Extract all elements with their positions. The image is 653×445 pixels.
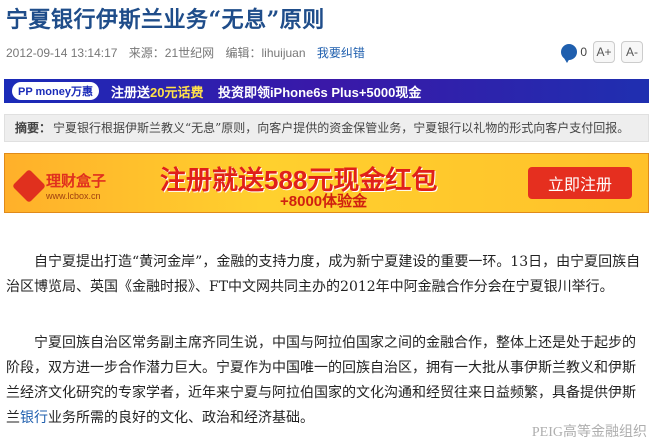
publish-date: 2012-09-14 13:14:17 [6, 46, 118, 60]
ad-highlight: 20元话费 [150, 84, 204, 100]
body-paragraph-2: 宁夏回族自治区常务副主席齐同生说，中国与阿拉伯国家之间的金融合作，整体上还是处于… [6, 335, 636, 426]
top-ad-banner[interactable]: PP money万惠 注册送20元话费 投资即领iPhone6s Plus+50… [4, 79, 649, 103]
article-meta: 2012-09-14 13:14:17 来源：21世纪网 编辑：lihuijua… [6, 44, 373, 61]
comment-count: 0 [580, 45, 587, 59]
ad-brand-logo: PP money万惠 [12, 82, 99, 100]
box-logo-icon [12, 168, 46, 203]
summary-text: 宁夏银行根据伊斯兰教义“无息”原则，向客户提供的资金保管业务，宁夏银行以礼物的形… [53, 121, 630, 135]
article-summary: 摘要： 宁夏银行根据伊斯兰教义“无息”原则，向客户提供的资金保管业务，宁夏银行以礼… [4, 114, 649, 142]
licai-logo: 理财盒子 www.lcbox.cn [12, 168, 107, 203]
licai-logo-url: www.lcbox.cn [46, 191, 101, 201]
article-title: 宁夏银行伊斯兰业务“无息”原则 [6, 7, 325, 33]
article-editor: 编辑：lihuijuan [225, 46, 306, 60]
comment-button[interactable]: 0 [561, 44, 587, 63]
article-source: 来源：21世纪网 [128, 46, 215, 60]
article-tools: 0 A+ A- [561, 41, 643, 63]
body-paragraph-1: 自宁夏提出打造“黄河金岸”，金融的支持力度，成为新宁夏建设的重要一环。13日，由… [6, 254, 641, 295]
watermark: PEIG高等金融组织 [531, 425, 647, 440]
report-error-link[interactable]: 我要纠错 [317, 46, 365, 60]
font-increase-button[interactable]: A+ [593, 41, 615, 63]
register-button[interactable]: 立即注册 [528, 167, 632, 199]
ad-subline: +8000体验金 [280, 193, 368, 210]
summary-label: 摘要： [15, 121, 52, 135]
bank-link[interactable]: 银行 [20, 410, 48, 426]
font-decrease-button[interactable]: A- [621, 41, 643, 63]
top-ad-text: 注册送20元话费 投资即领iPhone6s Plus+5000现金 [111, 84, 422, 100]
ad-banner-licai[interactable]: 理财盒子 www.lcbox.cn 注册就送588元现金红包 +8000体验金 … [4, 153, 649, 213]
licai-logo-name: 理财盒子 [46, 173, 107, 190]
comment-icon [561, 44, 578, 63]
